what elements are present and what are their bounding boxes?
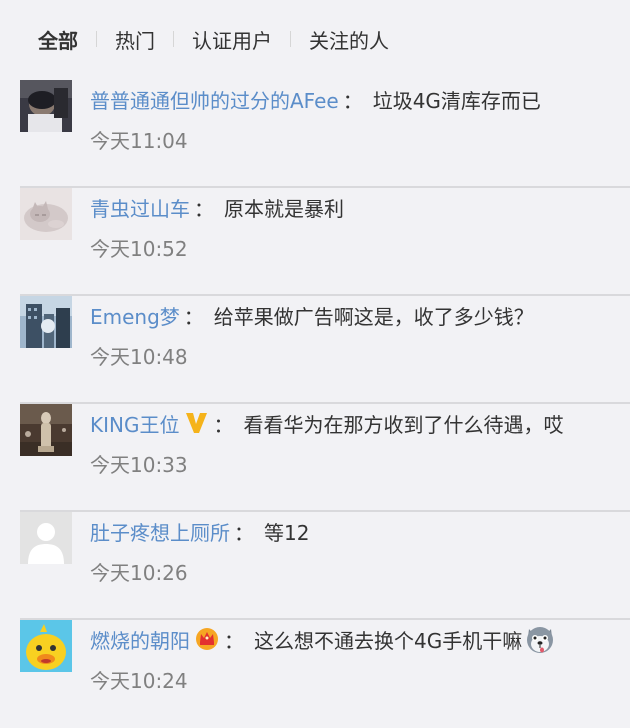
- comment-text: 看看华为在那方收到了什么待遇，哎: [243, 412, 564, 437]
- comment-time: 今天11:04: [90, 129, 188, 153]
- comment-item: 燃烧的朝阳 ： 这么想不通去换个4G手机干嘛 今天10:24: [0, 620, 630, 728]
- default-avatar-icon: [20, 512, 72, 564]
- comment-time: 今天10:52: [90, 237, 188, 261]
- comment-line: 肚子疼想上厕所 ： 等12: [90, 516, 309, 546]
- colon-separator: ：: [183, 304, 204, 329]
- avatar[interactable]: [20, 620, 72, 672]
- comment-text: 等12: [264, 520, 310, 545]
- comment-line: Emeng梦 ： 给苹果做广告啊这是，收了多少钱？: [90, 300, 534, 330]
- tab-verified-users[interactable]: 认证用户: [192, 25, 272, 54]
- tab-divider: [290, 31, 291, 47]
- comment-username[interactable]: 青虫过山车: [90, 193, 190, 222]
- comment-username[interactable]: 普普通通但帅的过分的AFee: [90, 85, 339, 114]
- colon-separator: ：: [224, 628, 244, 653]
- comment-filter-tabs: 全部 热门 认证用户 关注的人: [38, 24, 389, 54]
- comment-text: 给苹果做广告啊这是，收了多少钱？: [213, 304, 534, 329]
- user-photo-icon: [20, 80, 72, 132]
- tab-all[interactable]: 全部: [38, 25, 78, 54]
- comment-time: 今天10:33: [90, 453, 188, 477]
- avatar[interactable]: [20, 188, 72, 240]
- colon-separator: ：: [234, 520, 254, 545]
- comment-username[interactable]: KING王位: [90, 409, 179, 438]
- comment-item: 青虫过山车 ： 原本就是暴利 今天10:52: [0, 188, 630, 296]
- colon-separator: ：: [213, 412, 234, 437]
- comment-time: 今天10:24: [90, 669, 188, 693]
- avatar[interactable]: [20, 296, 72, 348]
- cartoon-duck-icon: [20, 620, 72, 672]
- comment-list: 普普通通但帅的过分的AFee ： 垃圾4G清库存而已 今天11:04 青虫过山车…: [0, 80, 630, 728]
- comment-line: 普普通通但帅的过分的AFee ： 垃圾4G清库存而已: [90, 84, 541, 114]
- crown-badge-icon[interactable]: [194, 626, 220, 652]
- comment-time: 今天10:48: [90, 345, 188, 369]
- comment-line: 燃烧的朝阳 ： 这么想不通去换个4G手机干嘛: [90, 624, 556, 654]
- comment-text: 垃圾4G清库存而已: [372, 88, 541, 113]
- colon-separator: ：: [194, 196, 214, 221]
- vip-v-badge-icon[interactable]: [183, 410, 209, 436]
- comment-text: 这么想不通去换个4G手机干嘛: [254, 628, 523, 653]
- avatar[interactable]: [20, 80, 72, 132]
- tab-divider: [96, 31, 97, 47]
- tab-divider: [173, 31, 174, 47]
- comment-item: KING王位 ： 看看华为在那方收到了什么待遇，哎 今天10:33: [0, 404, 630, 512]
- comment-username[interactable]: 肚子疼想上厕所: [90, 517, 230, 546]
- comment-item: 肚子疼想上厕所 ： 等12 今天10:26: [0, 512, 630, 620]
- sleeping-cat-photo-icon: [20, 188, 72, 240]
- tab-following[interactable]: 关注的人: [309, 25, 389, 54]
- comment-username[interactable]: 燃烧的朝阳: [90, 625, 190, 654]
- comment-time: 今天10:26: [90, 561, 188, 585]
- comment-item: 普普通通但帅的过分的AFee ： 垃圾4G清库存而已 今天11:04: [0, 80, 630, 188]
- statue-photo-icon: [20, 404, 72, 456]
- comment-username[interactable]: Emeng梦: [90, 301, 180, 330]
- comment-line: 青虫过山车 ： 原本就是暴利: [90, 192, 344, 222]
- avatar[interactable]: [20, 512, 72, 564]
- comment-text: 原本就是暴利: [224, 196, 344, 221]
- avatar[interactable]: [20, 404, 72, 456]
- building-photo-icon: [20, 296, 72, 348]
- comment-line: KING王位 ： 看看华为在那方收到了什么待遇，哎: [90, 408, 563, 438]
- colon-separator: ：: [342, 88, 363, 113]
- husky-dog-emoji-icon: [524, 623, 556, 655]
- tab-hot[interactable]: 热门: [115, 25, 155, 54]
- comment-item: Emeng梦 ： 给苹果做广告啊这是，收了多少钱？ 今天10:48: [0, 296, 630, 404]
